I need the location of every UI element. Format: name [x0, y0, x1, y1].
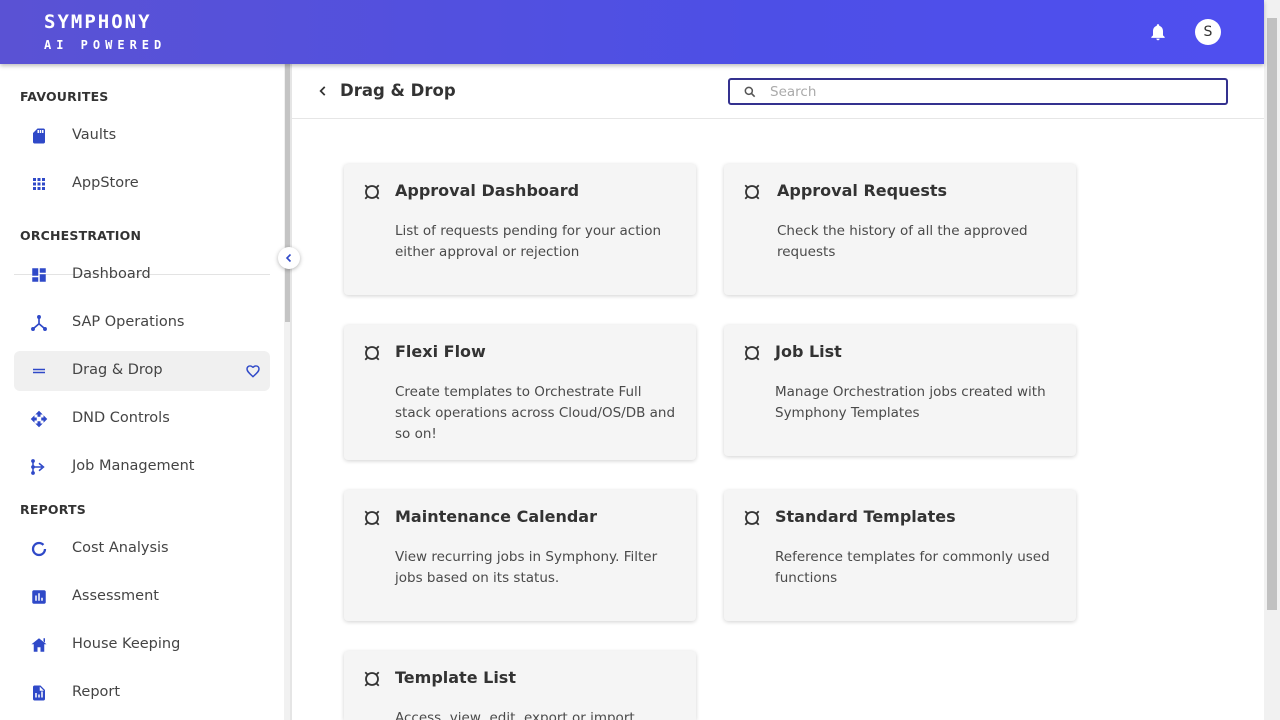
ring-icon [744, 510, 760, 526]
section-title-reports: REPORTS [20, 502, 86, 517]
page-scrollbar-thumb[interactable] [1267, 18, 1277, 610]
card-description: Access, view, edit, export or import [395, 710, 635, 720]
bell-icon[interactable] [1148, 21, 1168, 43]
sidebar-item-label: Cost Analysis [72, 540, 169, 556]
sidebar-item-label: Drag & Drop [72, 362, 163, 378]
sidebar-item-label: House Keeping [72, 636, 181, 652]
card-maintenance-calendar[interactable]: Maintenance Calendar View recurring jobs… [344, 490, 696, 621]
sidebar-item-label: AppStore [72, 175, 139, 191]
brand-logo[interactable]: SYMPHONY AI POWERED [44, 11, 166, 54]
donut-icon [31, 541, 47, 557]
ring-icon [364, 184, 380, 200]
sidebar-item-sap-operations[interactable]: SAP Operations [14, 303, 270, 343]
sd-card-icon [33, 128, 45, 144]
section-title-orchestration: ORCHESTRATION [20, 228, 142, 243]
content-topbar: Drag & Drop [292, 64, 1264, 119]
card-template-list[interactable]: Template List Access, view, edit, export… [344, 651, 696, 720]
sidebar-item-label: Job Management [72, 458, 195, 474]
drag-handle-icon [33, 368, 45, 374]
brand-tagline: AI POWERED [44, 38, 167, 52]
search-box[interactable] [728, 78, 1228, 105]
apps-grid-icon [33, 178, 45, 190]
ring-icon [364, 671, 380, 687]
sidebar-item-job-management[interactable]: Job Management [14, 447, 270, 487]
card-title: Maintenance Calendar [395, 507, 597, 526]
ring-icon [744, 184, 760, 200]
sidebar-item-house-keeping[interactable]: House Keeping [14, 625, 270, 665]
page-title: Drag & Drop [340, 81, 456, 100]
card-approval-requests[interactable]: Approval Requests Check the history of a… [724, 164, 1076, 295]
sidebar-item-label: Dashboard [72, 266, 151, 282]
chevron-left-icon [285, 253, 292, 263]
card-description: Reference templates for commonly used fu… [775, 549, 1050, 586]
heart-icon[interactable] [245, 363, 261, 379]
ring-icon [744, 345, 760, 361]
hub-icon [31, 315, 47, 331]
card-job-list[interactable]: Job List Manage Orchestration jobs creat… [724, 325, 1076, 456]
sidebar-item-label: DND Controls [72, 410, 170, 426]
sidebar-item-vaults[interactable]: Vaults [14, 116, 270, 156]
sidebar-item-report[interactable]: Report [14, 673, 270, 713]
sidebar-item-cost-analysis[interactable]: Cost Analysis [14, 529, 270, 569]
user-avatar[interactable]: S [1195, 19, 1221, 45]
sidebar: FAVOURITES Vaults AppStore ORCHESTRATION… [0, 64, 290, 720]
search-input[interactable] [770, 82, 1210, 101]
card-title: Approval Requests [777, 181, 948, 200]
sidebar-item-dnd-controls[interactable]: DND Controls [14, 399, 270, 439]
move-arrows-icon [30, 410, 48, 428]
card-description: List of requests pending for your action… [395, 223, 662, 260]
schema-icon [31, 459, 45, 475]
card-flexi-flow[interactable]: Flexi Flow Create templates to Orchestra… [344, 325, 696, 460]
sidebar-item-appstore[interactable]: AppStore [14, 164, 270, 204]
brand-name: SYMPHONY [44, 11, 152, 33]
sidebar-item-dashboard[interactable]: Dashboard [14, 255, 270, 295]
card-description: Create templates to Orchestrate Full sta… [395, 384, 676, 442]
sidebar-item-label: SAP Operations [72, 314, 185, 330]
card-title: Template List [395, 668, 516, 687]
bar-chart-icon [32, 590, 46, 604]
sidebar-item-label: Report [72, 684, 121, 700]
ring-icon [364, 510, 380, 526]
card-description: Check the history of all the approved re… [777, 223, 1028, 260]
sidebar-border [290, 64, 292, 720]
sidebar-item-label: Vaults [72, 127, 117, 143]
card-approval-dashboard[interactable]: Approval Dashboard List of requests pend… [344, 164, 696, 295]
card-description: View recurring jobs in Symphony. Filter … [395, 549, 658, 586]
house-icon [31, 638, 47, 652]
collapse-sidebar-button[interactable] [278, 247, 300, 269]
sidebar-item-label: Assessment [72, 588, 159, 604]
dashboard-icon [32, 268, 46, 282]
card-description: Manage Orchestration jobs created with S… [775, 384, 1046, 421]
card-title: Approval Dashboard [395, 181, 580, 200]
page-scrollbar[interactable] [1264, 0, 1280, 720]
card-standard-templates[interactable]: Standard Templates Reference templates f… [724, 490, 1076, 621]
card-title: Standard Templates [775, 507, 956, 526]
card-title: Flexi Flow [395, 342, 486, 361]
section-title-favourites: FAVOURITES [20, 89, 109, 104]
report-icon [33, 685, 45, 701]
sidebar-item-drag-drop[interactable]: Drag & Drop [14, 351, 270, 391]
ring-icon [364, 345, 380, 361]
sidebar-item-assessment[interactable]: Assessment [14, 577, 270, 617]
app-header: SYMPHONY AI POWERED S [0, 0, 1264, 64]
back-arrow-icon[interactable] [316, 84, 330, 98]
search-icon [744, 86, 756, 98]
card-title: Job List [775, 342, 842, 361]
